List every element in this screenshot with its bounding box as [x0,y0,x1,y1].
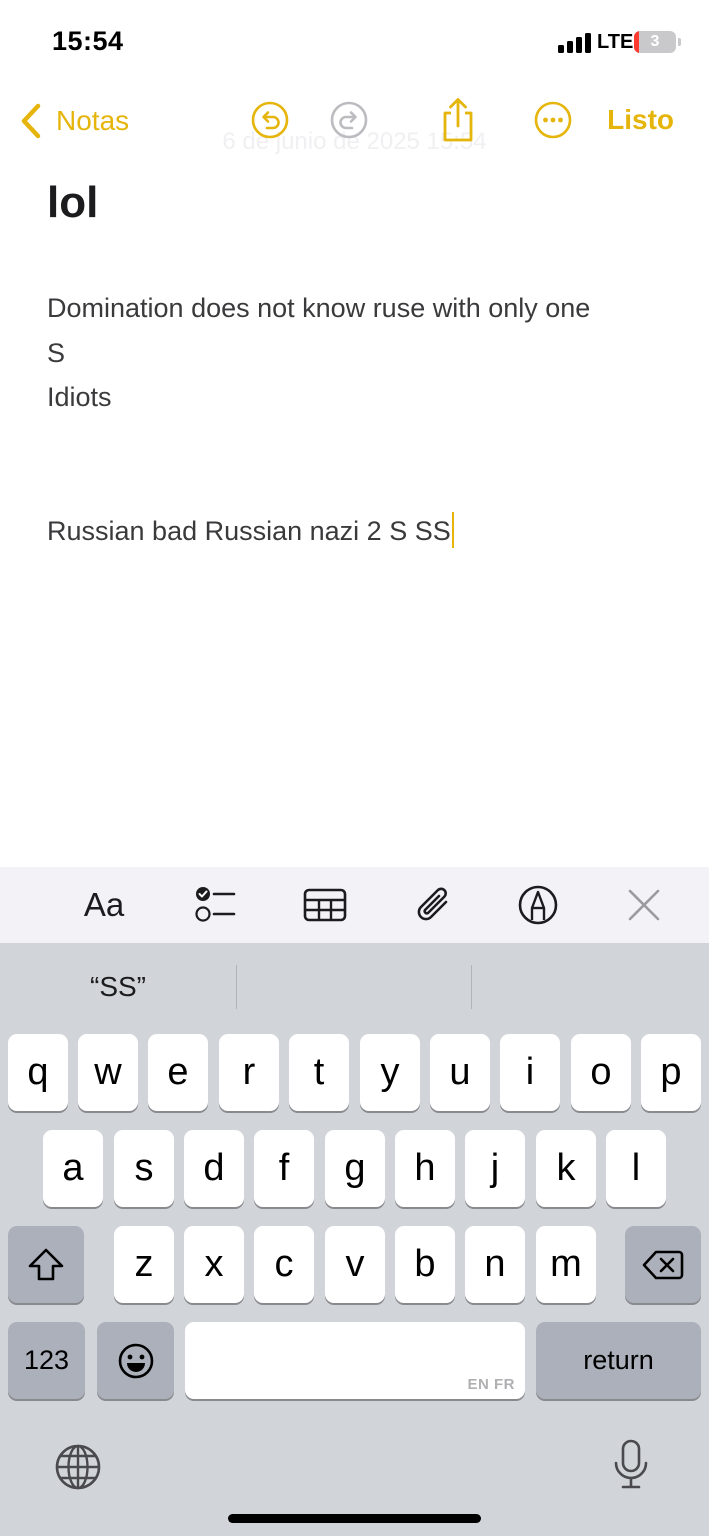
close-icon [628,889,660,921]
key-m[interactable]: m [536,1226,596,1303]
key-w[interactable]: w [78,1034,138,1111]
note-line-text: Russian bad Russian nazi 2 S SS [47,515,451,546]
table-button[interactable] [301,883,349,927]
note-line: S [47,337,66,368]
key-d[interactable]: d [184,1130,244,1207]
battery-tip [678,38,681,46]
suggestion-3[interactable] [472,943,709,1031]
text-format-button[interactable]: Aa [80,883,128,927]
format-toolbar: Aa [0,867,709,943]
key-k[interactable]: k [536,1130,596,1207]
undo-icon [251,101,289,139]
key-g[interactable]: g [325,1130,385,1207]
more-icon [534,101,572,139]
key-n[interactable]: n [465,1226,525,1303]
note-line [47,464,667,509]
undo-button[interactable] [250,100,290,140]
attachment-button[interactable] [409,883,457,927]
emoji-icon [118,1343,153,1378]
paperclip-icon [417,887,448,921]
markup-pen-icon [518,885,558,925]
text-format-label: Aa [83,886,125,923]
battery-icon: 3 [634,31,676,53]
key-u[interactable]: u [430,1034,490,1111]
key-z[interactable]: z [114,1226,174,1303]
return-key[interactable]: return [536,1322,701,1399]
space-language-label: EN FR [467,1376,515,1393]
key-e[interactable]: e [148,1034,208,1111]
emoji-key[interactable] [97,1322,174,1399]
note-line-current: Russian bad Russian nazi 2 S SS [47,509,667,554]
chevron-left-icon [21,103,41,139]
key-i[interactable]: i [500,1034,560,1111]
back-label: Notas [56,105,130,136]
key-h[interactable]: h [395,1130,455,1207]
note-line [47,420,667,465]
back-button[interactable]: Notas [18,102,129,140]
key-t[interactable]: t [289,1034,349,1111]
suggestion-1[interactable]: “SS” [0,943,236,1031]
status-time: 15:54 [52,26,124,56]
markup-button[interactable] [514,883,562,927]
key-j[interactable]: j [465,1130,525,1207]
note-line: Idiots [47,382,112,412]
key-y[interactable]: y [360,1034,420,1111]
share-icon [443,98,473,142]
backspace-icon [642,1250,684,1279]
key-c[interactable]: c [254,1226,314,1303]
note-line: Domination does not know ruse with only … [47,293,591,323]
key-v[interactable]: v [325,1226,385,1303]
suggestion-2[interactable] [237,943,471,1031]
cellular-signal-icon [558,33,592,53]
key-b[interactable]: b [395,1226,455,1303]
battery-percentage: 3 [650,33,660,50]
checklist-button[interactable] [190,883,238,927]
key-a[interactable]: a [43,1130,103,1207]
more-options-button[interactable] [533,100,573,140]
space-key[interactable]: EN FR [185,1322,525,1399]
checklist-icon [195,887,236,922]
key-l[interactable]: l [606,1130,666,1207]
status-bar: 15:54 LTE 3 [0,0,709,88]
keyboard: “SS” q w e r t y u i o p a s d f g h j k… [0,943,709,1536]
note-title[interactable]: lol [47,178,98,228]
microphone-icon[interactable] [612,1439,650,1491]
done-button[interactable]: Listo [607,104,674,136]
key-p[interactable]: p [641,1034,701,1111]
note-body[interactable]: Domination does not know ruse with only … [47,286,667,553]
key-q[interactable]: q [8,1034,68,1111]
key-r[interactable]: r [219,1034,279,1111]
redo-button[interactable] [329,100,369,140]
key-f[interactable]: f [254,1130,314,1207]
shift-icon [28,1248,64,1280]
home-indicator[interactable] [228,1514,481,1523]
text-cursor [451,511,454,548]
key-x[interactable]: x [184,1226,244,1303]
backspace-key[interactable] [625,1226,701,1303]
navigation-bar: 6 de junio de 2025 15:54 Notas Listo [0,88,709,158]
globe-icon[interactable] [54,1443,102,1491]
redo-icon [330,101,368,139]
numbers-key[interactable]: 123 [8,1322,85,1399]
shift-key[interactable] [8,1226,84,1303]
key-s[interactable]: s [114,1130,174,1207]
share-button[interactable] [438,96,478,144]
network-type: LTE [597,31,634,53]
close-toolbar-button[interactable] [620,883,668,927]
key-o[interactable]: o [571,1034,631,1111]
table-icon [303,888,347,922]
